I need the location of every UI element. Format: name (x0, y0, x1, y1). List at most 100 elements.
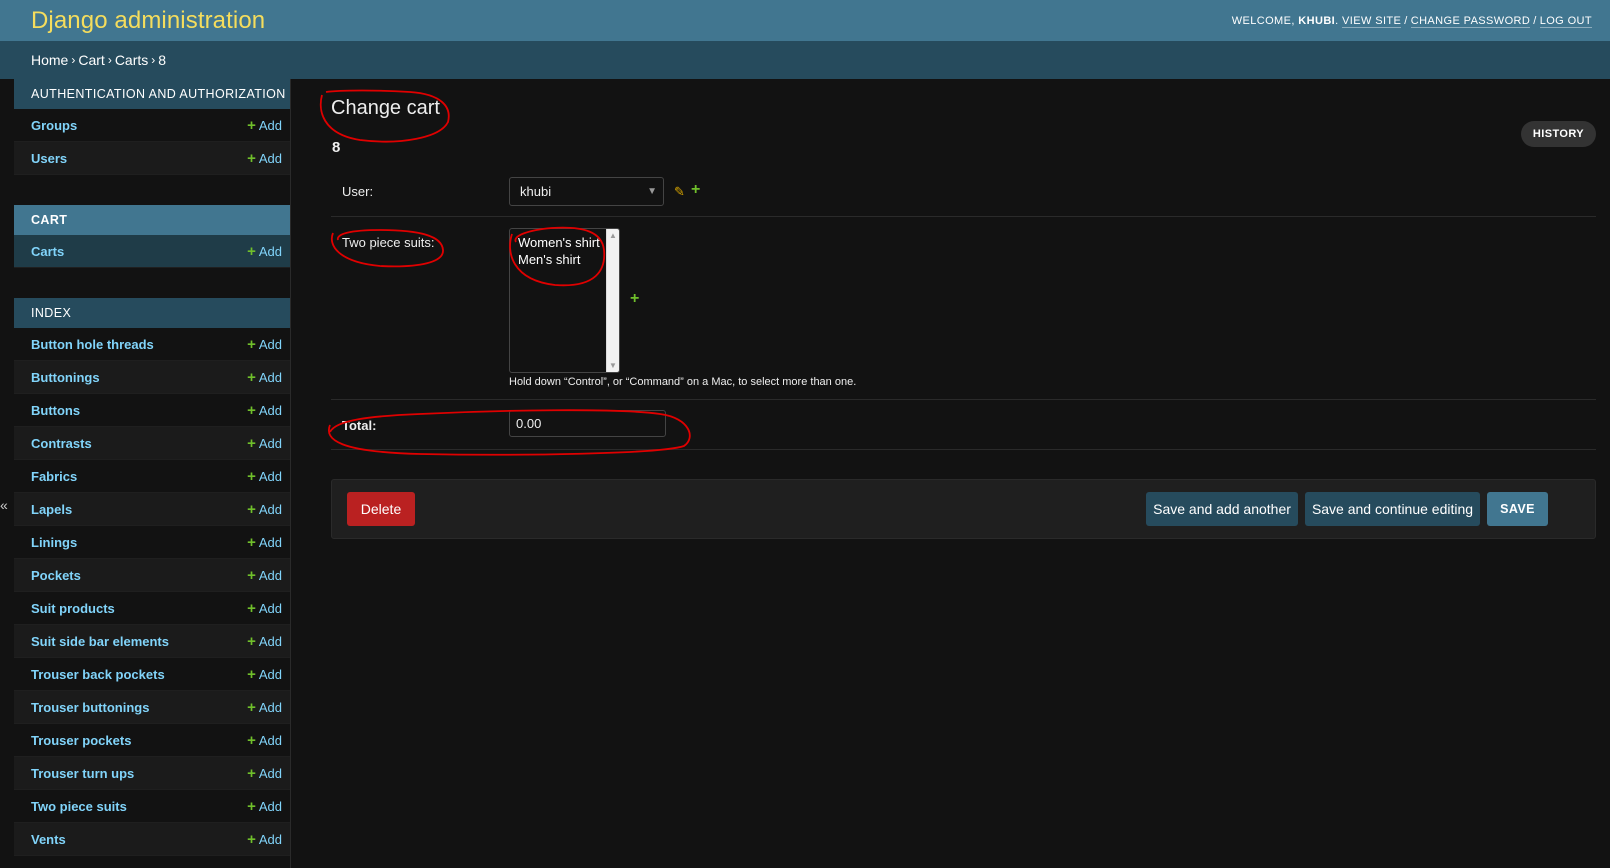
add-link[interactable]: + Add (247, 468, 282, 485)
breadcrumb-separator: › (151, 53, 156, 67)
breadcrumb-separator: › (71, 53, 76, 67)
add-link[interactable]: + Add (247, 567, 282, 584)
save-and-add-another-button[interactable]: Save and add another (1146, 492, 1298, 526)
add-link[interactable]: + Add (247, 150, 282, 167)
sidebar-item-link[interactable]: Suit products (31, 601, 115, 616)
sidebar-module: AUTHENTICATION AND AUTHORIZATION Groups + A… (14, 79, 290, 175)
two-piece-suits-multiselect[interactable]: Women's shirt Men's shirt ▲ ▼ (509, 228, 620, 373)
breadcrumb-separator: › (107, 53, 112, 67)
total-input[interactable] (509, 410, 666, 437)
add-link[interactable]: + Add (247, 699, 282, 716)
option-womens-shirt[interactable]: Women's shirt (510, 233, 619, 250)
delete-button[interactable]: Delete (347, 492, 415, 526)
add-label: Add (258, 336, 282, 352)
add-link[interactable]: + Add (247, 369, 282, 386)
add-link[interactable]: + Add (247, 435, 282, 452)
sidebar-item-link[interactable]: Buttons (31, 403, 80, 418)
user-select-value: khubi (520, 184, 552, 199)
double-chevron-left-icon[interactable]: « (0, 497, 8, 513)
plus-icon: + (247, 599, 256, 617)
plus-icon: + (247, 434, 256, 452)
page-title: Change cart (331, 97, 440, 119)
add-link[interactable]: + Add (247, 117, 282, 134)
breadcrumb-cart[interactable]: Cart (78, 52, 104, 68)
log-out-link[interactable]: LOG OUT (1539, 14, 1592, 28)
add-link[interactable]: + Add (247, 633, 282, 650)
add-link[interactable]: + Add (247, 831, 282, 848)
add-link[interactable]: + Add (247, 798, 282, 815)
breadcrumb-carts[interactable]: Carts (115, 52, 148, 68)
scrollbar[interactable]: ▲ ▼ (606, 229, 619, 372)
add-link[interactable]: + Add (247, 243, 282, 260)
sidebar-item: Lapels + Add (14, 493, 290, 526)
add-label: Add (258, 567, 282, 583)
add-link[interactable]: + Add (247, 336, 282, 353)
breadcrumb-home[interactable]: Home (31, 52, 68, 68)
add-link[interactable]: + Add (247, 666, 282, 683)
plus-icon: + (247, 467, 256, 485)
sidebar-item-link[interactable]: Trouser buttonings (31, 700, 149, 715)
sidebar-item-link[interactable]: Pockets (31, 568, 81, 583)
sidebar-item: Two piece suits + Add (14, 790, 290, 823)
sidebar-item-link[interactable]: Suit side bar elements (31, 634, 169, 649)
sidebar-item-link[interactable]: Trouser back pockets (31, 667, 165, 682)
submit-row: Delete Save and add another Save and con… (331, 479, 1596, 539)
add-label: Add (258, 798, 282, 814)
module-caption[interactable]: INDEX (14, 298, 290, 328)
sidebar-item-link[interactable]: Vents (31, 832, 66, 847)
sidebar-item-link[interactable]: Fabrics (31, 469, 77, 484)
view-site-link[interactable]: VIEW SITE (1342, 14, 1402, 28)
change-password-link[interactable]: CHANGE PASSWORD (1410, 14, 1531, 28)
add-label: Add (258, 117, 282, 133)
pencil-icon[interactable]: ✎ (674, 184, 685, 200)
plus-icon: + (247, 830, 256, 848)
sidebar-item: Buttons + Add (14, 394, 290, 427)
sidebar-item: Pockets + Add (14, 559, 290, 592)
add-link[interactable]: + Add (247, 732, 282, 749)
add-link[interactable]: + Add (247, 534, 282, 551)
add-label: Add (258, 633, 282, 649)
plus-icon: + (247, 764, 256, 782)
scroll-down-icon[interactable]: ▼ (609, 361, 617, 370)
sidebar-item: Groups + Add (14, 109, 290, 142)
add-link[interactable]: + Add (247, 765, 282, 782)
add-link[interactable]: + Add (247, 402, 282, 419)
sidebar-item: Vents + Add (14, 823, 290, 856)
breadcrumb-current: 8 (158, 52, 167, 68)
add-link[interactable]: + Add (247, 501, 282, 518)
sidebar-item-link[interactable]: Two piece suits (31, 799, 127, 814)
user-select[interactable]: khubi ▼ (509, 177, 664, 206)
main-content: Change cart 8 HISTORY User: khubi ▼ ✎ + … (331, 79, 1596, 868)
save-button[interactable]: SAVE (1487, 492, 1548, 526)
sidebar-item-link[interactable]: Trouser turn ups (31, 766, 134, 781)
sidebar-item: Users + Add (14, 142, 290, 175)
add-link[interactable]: + Add (247, 600, 282, 617)
plus-icon: + (247, 665, 256, 683)
module-caption[interactable]: AUTHENTICATION AND AUTHORIZATION (14, 79, 290, 109)
add-label: Add (258, 765, 282, 781)
add-label: Add (258, 534, 282, 550)
site-branding[interactable]: Django administration (31, 7, 265, 35)
sidebar-item-link[interactable]: Linings (31, 535, 77, 550)
sidebar-item-link[interactable]: Groups (31, 118, 77, 133)
add-suit-plus-icon[interactable]: + (630, 290, 639, 308)
sidebar-item-link[interactable]: Button hole threads (31, 337, 154, 352)
add-user-plus-icon[interactable]: + (691, 181, 700, 199)
history-button[interactable]: HISTORY (1520, 121, 1596, 147)
option-mens-shirt[interactable]: Men's shirt (510, 250, 619, 267)
welcome-text: WELCOME, (1231, 14, 1295, 27)
sidebar-item: Trouser back pockets + Add (14, 658, 290, 691)
plus-icon: + (247, 698, 256, 716)
sidebar-item-link[interactable]: Lapels (31, 502, 72, 517)
scroll-up-icon[interactable]: ▲ (609, 231, 617, 240)
sidebar-item-link[interactable]: Buttonings (31, 370, 100, 385)
sidebar-item-link[interactable]: Carts (31, 244, 64, 259)
sidebar-item: Linings + Add (14, 526, 290, 559)
sidebar-item-link[interactable]: Users (31, 151, 67, 166)
add-label: Add (258, 243, 282, 259)
sidebar-item-link[interactable]: Contrasts (31, 436, 92, 451)
module-caption[interactable]: CART (14, 205, 290, 235)
sidebar-item-link[interactable]: Trouser pockets (31, 733, 131, 748)
save-and-continue-button[interactable]: Save and continue editing (1305, 492, 1480, 526)
add-label: Add (258, 501, 282, 517)
